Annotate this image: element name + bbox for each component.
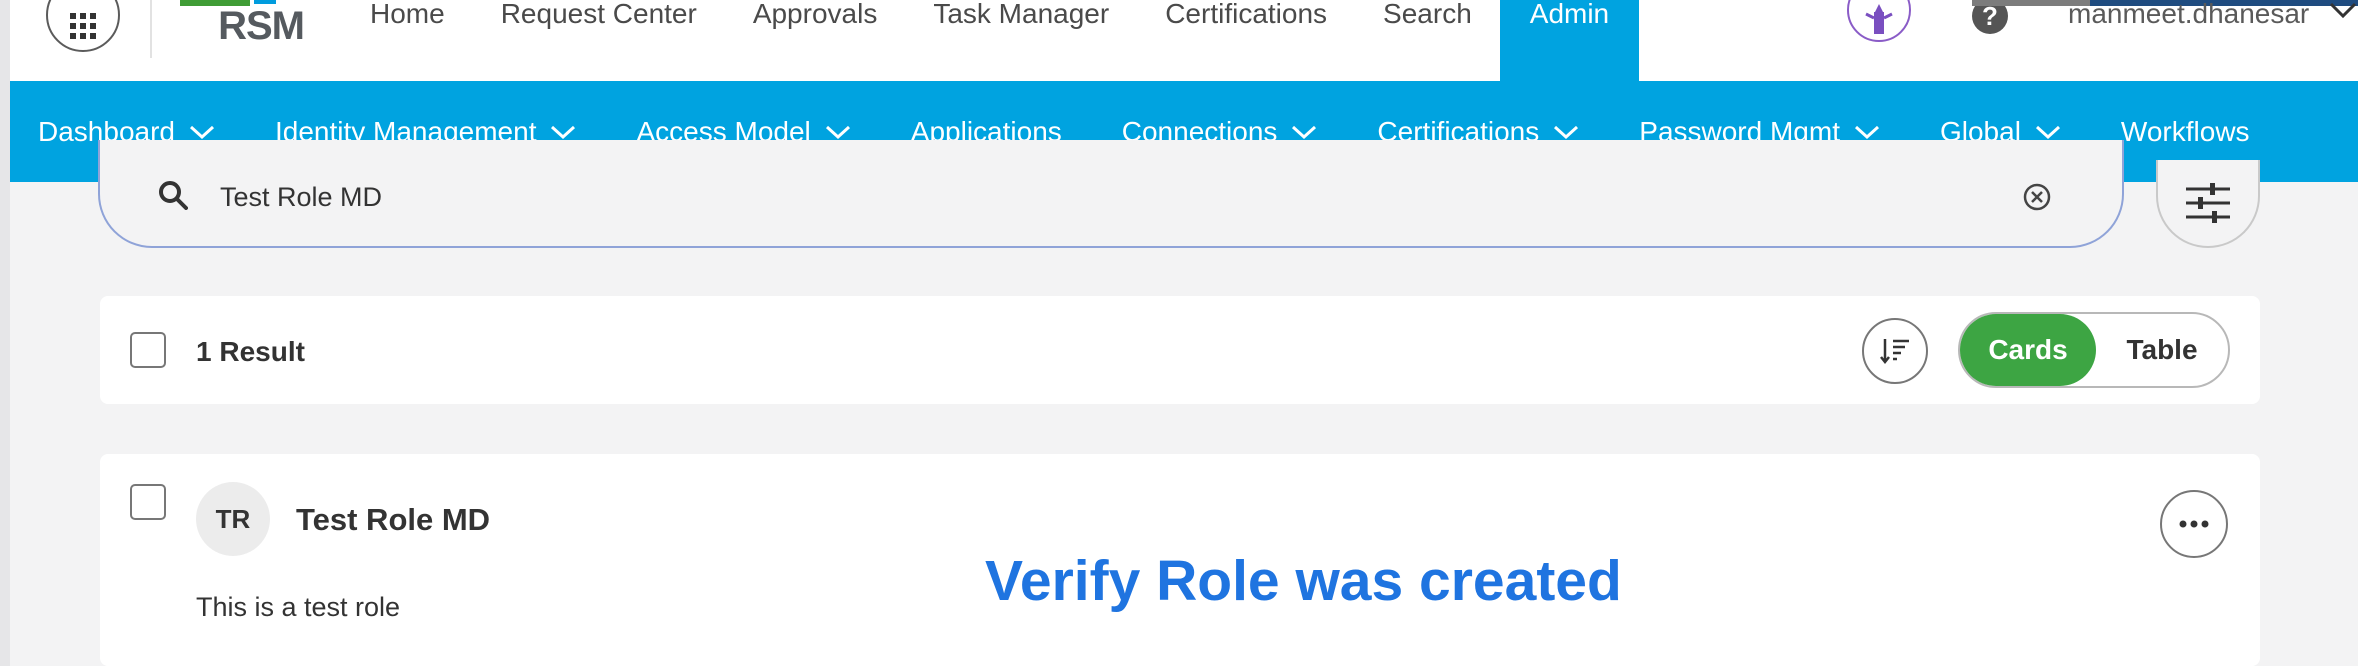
lighthouse-icon xyxy=(1865,4,1893,34)
result-count: 1 Result xyxy=(196,336,305,367)
table-view-button[interactable]: Table xyxy=(2096,314,2228,386)
logo[interactable]: RSM xyxy=(180,0,310,50)
chevron-down-icon xyxy=(1554,125,1579,139)
sliders-icon xyxy=(2186,183,2230,223)
view-toggle: Cards Table xyxy=(1958,312,2230,388)
sort-button[interactable] xyxy=(1862,318,1928,384)
search-icon xyxy=(159,181,188,210)
beacon-button[interactable] xyxy=(1847,0,1911,42)
clear-icon[interactable] xyxy=(2022,182,2052,212)
chevron-down-icon xyxy=(551,125,576,139)
nav-admin[interactable]: Admin xyxy=(1499,0,1640,81)
logo-text: RSM xyxy=(218,4,305,48)
window-edge xyxy=(0,0,10,666)
nav-task-manager[interactable]: Task Manager xyxy=(905,0,1137,38)
chevron-down-icon xyxy=(1292,125,1317,139)
filter-button[interactable] xyxy=(2156,160,2260,248)
nav-home[interactable]: Home xyxy=(342,0,473,38)
search-input[interactable]: Test Role MD xyxy=(220,182,382,213)
cards-view-button[interactable]: Cards xyxy=(1960,314,2096,386)
app-launcher-button[interactable] xyxy=(46,0,120,52)
chevron-down-icon[interactable] xyxy=(2328,0,2358,20)
chevron-down-icon xyxy=(825,125,850,139)
nav-request-center[interactable]: Request Center xyxy=(473,0,725,38)
results-toolbar: 1 Result Cards Table xyxy=(100,296,2260,404)
nav-search[interactable]: Search xyxy=(1355,0,1500,38)
divider xyxy=(150,0,152,58)
top-bar: RSM Home Request Center Approvals Task M… xyxy=(10,0,2358,81)
avatar: TR xyxy=(196,482,270,556)
search-box[interactable]: Test Role MD xyxy=(98,140,2124,248)
chevron-down-icon xyxy=(2035,125,2060,139)
role-checkbox[interactable] xyxy=(130,484,166,520)
sort-icon xyxy=(1880,339,1909,365)
role-title[interactable]: Test Role MD xyxy=(296,502,490,538)
chevron-down-icon xyxy=(1854,125,1879,139)
nav-approvals[interactable]: Approvals xyxy=(725,0,906,38)
role-description: This is a test role xyxy=(196,592,401,622)
chevron-down-icon xyxy=(189,125,214,139)
nav-certifications[interactable]: Certifications xyxy=(1137,0,1355,38)
more-options-button[interactable] xyxy=(2160,490,2228,558)
username[interactable]: manmeet.dhanesar xyxy=(2068,0,2309,30)
select-all-checkbox[interactable] xyxy=(130,332,166,368)
top-nav: Home Request Center Approvals Task Manag… xyxy=(342,0,1640,81)
ellipsis-icon xyxy=(2179,520,2209,528)
annotation-caption: Verify Role was created xyxy=(985,549,1622,613)
grid-icon xyxy=(70,13,96,39)
